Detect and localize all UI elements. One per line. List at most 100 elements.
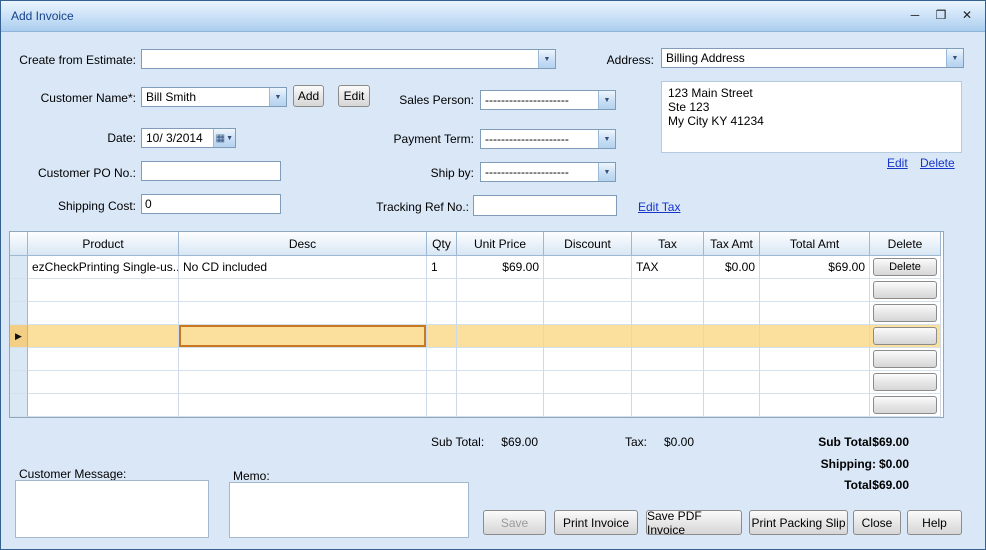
memo-textarea[interactable] — [229, 482, 469, 538]
cell-qty[interactable] — [427, 325, 457, 348]
row-delete-button[interactable] — [873, 281, 937, 299]
edit-tax-link[interactable]: Edit Tax — [638, 200, 680, 214]
cell-desc[interactable]: No CD included — [179, 256, 427, 279]
cell-product[interactable] — [28, 371, 179, 394]
cell-tax[interactable] — [632, 348, 704, 371]
help-button[interactable]: Help — [907, 510, 962, 535]
cell-product[interactable] — [28, 348, 179, 371]
cell-unit-price[interactable] — [457, 394, 544, 417]
cell-tax-amt[interactable]: $0.00 — [704, 256, 760, 279]
cell-qty[interactable] — [427, 394, 457, 417]
print-invoice-button[interactable]: Print Invoice — [554, 510, 638, 535]
cell-desc[interactable] — [179, 302, 427, 325]
cell-product[interactable] — [28, 394, 179, 417]
address-delete-link[interactable]: Delete — [920, 156, 955, 170]
cell-total-amt[interactable] — [760, 371, 870, 394]
save-button[interactable]: Save — [483, 510, 546, 535]
maximize-icon[interactable]: ❒ — [931, 6, 951, 24]
row-selector-cell[interactable] — [10, 279, 28, 302]
close-icon[interactable]: ✕ — [957, 6, 977, 24]
cell-tax[interactable] — [632, 371, 704, 394]
customer-po-input[interactable] — [141, 161, 281, 181]
cell-discount[interactable] — [544, 325, 632, 348]
cell-unit-price[interactable] — [457, 348, 544, 371]
cell-tax-amt[interactable] — [704, 394, 760, 417]
row-delete-button[interactable] — [873, 327, 937, 345]
row-selector-cell[interactable] — [10, 371, 28, 394]
cell-desc[interactable] — [179, 279, 427, 302]
cell-qty[interactable] — [427, 302, 457, 325]
active-row-marker-icon: ▶ — [15, 331, 22, 342]
ship-by-combo[interactable]: --------------------- ▼ — [480, 162, 616, 182]
cell-total-amt[interactable] — [760, 302, 870, 325]
address-combo[interactable]: Billing Address ▼ — [661, 48, 964, 68]
cell-discount[interactable] — [544, 302, 632, 325]
cell-product[interactable] — [28, 302, 179, 325]
cell-unit-price[interactable] — [457, 279, 544, 302]
cell-tax[interactable] — [632, 302, 704, 325]
row-delete-button[interactable] — [873, 373, 937, 391]
sales-person-combo[interactable]: --------------------- ▼ — [480, 90, 616, 110]
cell-qty[interactable] — [427, 371, 457, 394]
cell-desc-focused[interactable] — [179, 325, 427, 348]
cell-tax[interactable] — [632, 279, 704, 302]
print-packing-slip-button[interactable]: Print Packing Slip — [749, 510, 848, 535]
cell-tax[interactable] — [632, 394, 704, 417]
payment-term-combo[interactable]: --------------------- ▼ — [480, 129, 616, 149]
address-edit-link[interactable]: Edit — [887, 156, 908, 170]
close-button[interactable]: Close — [853, 510, 901, 535]
cell-product[interactable] — [28, 325, 179, 348]
customer-name-combo[interactable]: Bill Smith ▼ — [141, 87, 287, 107]
cell-tax-amt[interactable] — [704, 348, 760, 371]
cell-desc[interactable] — [179, 371, 427, 394]
cell-tax[interactable]: TAX — [632, 256, 704, 279]
row-selector-cell[interactable] — [10, 348, 28, 371]
row-delete-button[interactable] — [873, 350, 937, 368]
tracking-ref-input[interactable] — [473, 195, 617, 216]
cell-tax-amt[interactable] — [704, 302, 760, 325]
cell-qty[interactable] — [427, 279, 457, 302]
minimize-icon[interactable]: ─ — [905, 6, 925, 24]
cell-qty[interactable] — [427, 348, 457, 371]
cell-total-amt[interactable] — [760, 325, 870, 348]
ship-by-value: --------------------- — [481, 165, 598, 179]
cell-desc[interactable] — [179, 348, 427, 371]
tracking-ref-label: Tracking Ref No.: — [356, 200, 469, 214]
cell-discount[interactable] — [544, 256, 632, 279]
row-delete-button[interactable] — [873, 396, 937, 414]
cell-discount[interactable] — [544, 279, 632, 302]
cell-unit-price[interactable]: $69.00 — [457, 256, 544, 279]
create-from-estimate-combo[interactable]: ▼ — [141, 49, 556, 69]
cell-tax-amt[interactable] — [704, 325, 760, 348]
cell-tax-amt[interactable] — [704, 371, 760, 394]
cell-discount[interactable] — [544, 371, 632, 394]
add-customer-button[interactable]: Add — [293, 85, 324, 107]
cell-product[interactable]: ezCheckPrinting Single-us... — [28, 256, 179, 279]
cell-total-amt[interactable] — [760, 348, 870, 371]
row-selector-cell[interactable] — [10, 302, 28, 325]
cell-total-amt[interactable] — [760, 279, 870, 302]
cell-tax[interactable] — [632, 325, 704, 348]
cell-unit-price[interactable] — [457, 371, 544, 394]
chevron-down-icon: ▼ — [598, 163, 615, 181]
edit-customer-button[interactable]: Edit — [338, 85, 370, 107]
cell-unit-price[interactable] — [457, 302, 544, 325]
row-delete-button[interactable] — [873, 304, 937, 322]
row-selector-cell[interactable] — [10, 256, 28, 279]
cell-qty[interactable]: 1 — [427, 256, 457, 279]
row-delete-button[interactable]: Delete — [873, 258, 937, 276]
date-picker[interactable]: 10/ 3/2014 ▦▼ — [141, 128, 236, 148]
row-selector-cell[interactable] — [10, 394, 28, 417]
cell-discount[interactable] — [544, 394, 632, 417]
customer-message-textarea[interactable] — [15, 480, 209, 538]
save-pdf-invoice-button[interactable]: Save PDF Invoice — [646, 510, 742, 535]
cell-total-amt[interactable] — [760, 394, 870, 417]
shipping-cost-input[interactable] — [141, 194, 281, 214]
cell-unit-price[interactable] — [457, 325, 544, 348]
cell-product[interactable] — [28, 279, 179, 302]
row-selector-cell[interactable]: ▶ — [10, 325, 28, 348]
cell-desc[interactable] — [179, 394, 427, 417]
cell-discount[interactable] — [544, 348, 632, 371]
cell-tax-amt[interactable] — [704, 279, 760, 302]
cell-total-amt[interactable]: $69.00 — [760, 256, 870, 279]
